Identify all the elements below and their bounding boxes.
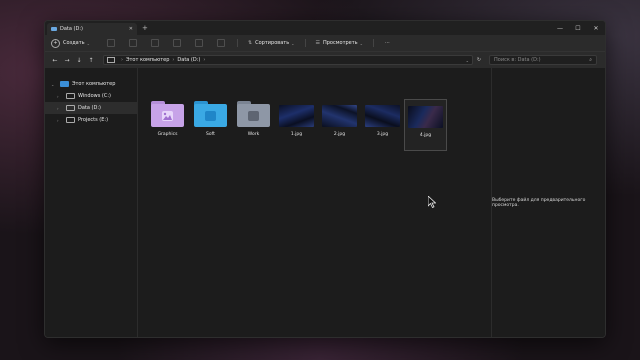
drive-icon [66,105,75,111]
sidebar-item-label: Projects (E:) [78,117,109,123]
chevron-down-icon: ⌄ [291,40,295,46]
breadcrumb-separator: › [121,57,123,63]
recent-button[interactable]: ↓ [73,57,85,64]
view-button[interactable]: ☰ Просмотреть ⌄ [316,40,363,46]
divider [236,39,238,47]
chevron-down-icon: ⌄ [359,40,363,46]
file-item-2-jpg[interactable]: 2.jpg [318,99,361,151]
file-item-1-jpg[interactable]: 1.jpg [275,99,318,151]
item-name: 3.jpg [376,132,389,137]
tab-data-d[interactable]: Data (D:) ✕ [47,23,137,35]
sidebar-item-this-pc[interactable]: ⌄ Этот компьютер [45,78,137,90]
back-button[interactable]: ← [49,57,61,64]
image-thumbnail [279,105,314,127]
chevron-down-icon[interactable]: ⌄ [51,82,57,87]
pc-icon [107,57,115,63]
folder-item-graphics[interactable]: Graphics [146,99,189,151]
new-tab-button[interactable]: + [142,24,148,32]
view-label: Просмотреть [323,40,358,46]
sort-button[interactable]: ⇅ Сортировать ⌄ [248,40,295,46]
item-name: Graphics [157,132,178,137]
folder-icon [194,101,227,127]
file-item-4-jpg[interactable]: 4.jpg [404,99,447,151]
item-name: Soft [206,132,215,137]
image-thumbnail [322,105,357,127]
address-bar[interactable]: › Этот компьютер › Data (D:) › ⌄ [103,55,473,65]
sort-label: Сортировать [255,40,290,46]
item-name: 1.jpg [290,132,303,137]
cut-icon[interactable] [106,39,115,47]
sidebar-item-projects-e[interactable]: › Projects (E:) [45,114,137,126]
search-icon: ⌕ [589,57,592,63]
sort-icon: ⇅ [247,40,253,46]
drive-icon [51,27,57,31]
sidebar-item-windows-c[interactable]: › Windows (C:) [45,90,137,102]
sidebar-item-label: Data (D:) [78,105,101,111]
folder-item-work[interactable]: Work [232,99,275,151]
document-icon [248,110,259,121]
tab-title: Data (D:) [60,26,83,32]
sidebar-item-label: Этот компьютер [72,81,116,87]
minimize-button[interactable]: — [551,21,569,35]
chevron-right-icon[interactable]: › [57,106,63,111]
image-icon [162,110,173,121]
rename-icon[interactable] [172,39,181,47]
forward-button[interactable]: → [61,57,73,64]
file-list: Graphics Soft Work 1.jpg 2.jpg 3.jpg 4.j… [138,68,491,337]
share-icon[interactable] [194,39,203,47]
drive-icon [66,93,75,99]
new-label: Создать [63,40,85,46]
preview-message: Выберите файл для предварительного просм… [492,197,586,208]
chevron-right-icon[interactable]: › [57,118,63,123]
sidebar-item-label: Windows (C:) [78,93,111,99]
folder-icon [151,101,184,127]
paste-icon[interactable] [150,39,159,47]
breadcrumb-data-d[interactable]: Data (D:) [177,57,200,63]
more-options-button[interactable]: ··· [385,40,390,46]
plus-icon: + [51,38,60,48]
drive-icon [66,117,75,123]
delete-icon[interactable] [216,39,225,47]
pc-icon [60,81,69,87]
search-box[interactable]: Поиск в: Data (D:) ⌕ [489,55,597,65]
close-button[interactable]: ✕ [587,21,605,35]
divider [372,39,374,47]
chevron-right-icon[interactable]: › [57,94,63,99]
breadcrumb-this-pc[interactable]: Этот компьютер [126,57,169,63]
search-placeholder: Поиск в: Data (D:) [494,57,541,63]
folder-item-soft[interactable]: Soft [189,99,232,151]
maximize-button[interactable]: ☐ [569,21,587,35]
chevron-down-icon: ⌄ [86,40,90,46]
breadcrumb-separator: › [172,57,175,63]
sidebar-item-data-d[interactable]: › Data (D:) [45,102,137,114]
command-bar: + Создать ⌄ ⇅ Сортировать ⌄ ☰ Просмотрет… [45,35,605,52]
image-thumbnail [408,106,443,128]
chevron-down-icon[interactable]: ⌄ [466,58,469,63]
breadcrumb-separator: › [203,57,206,63]
item-name: 4.jpg [419,133,432,138]
file-item-3-jpg[interactable]: 3.jpg [361,99,404,151]
preview-pane: Выберите файл для предварительного просм… [491,68,605,337]
image-thumbnail [365,105,400,127]
title-bar: Data (D:) ✕ + — ☐ ✕ [45,21,605,35]
divider [304,39,306,47]
folder-icon [237,101,270,127]
tab-close-icon[interactable]: ✕ [129,26,133,32]
navigation-pane: ⌄ Этот компьютер › Windows (C:) › Data (… [45,68,138,337]
refresh-button[interactable]: ↻ [473,57,485,63]
copy-icon[interactable] [128,39,137,47]
file-explorer-window: Data (D:) ✕ + — ☐ ✕ + Создать ⌄ ⇅ Сортир… [44,20,606,338]
new-button[interactable]: + Создать ⌄ [51,38,90,48]
item-name: 2.jpg [333,132,346,137]
address-row: ← → ↓ ↑ › Этот компьютер › Data (D:) › ⌄… [45,52,605,68]
mouse-cursor-icon [428,196,436,208]
up-button[interactable]: ↑ [85,57,97,64]
cube-icon [205,110,216,121]
item-name: Work [247,132,260,137]
view-icon: ☰ [315,40,320,46]
